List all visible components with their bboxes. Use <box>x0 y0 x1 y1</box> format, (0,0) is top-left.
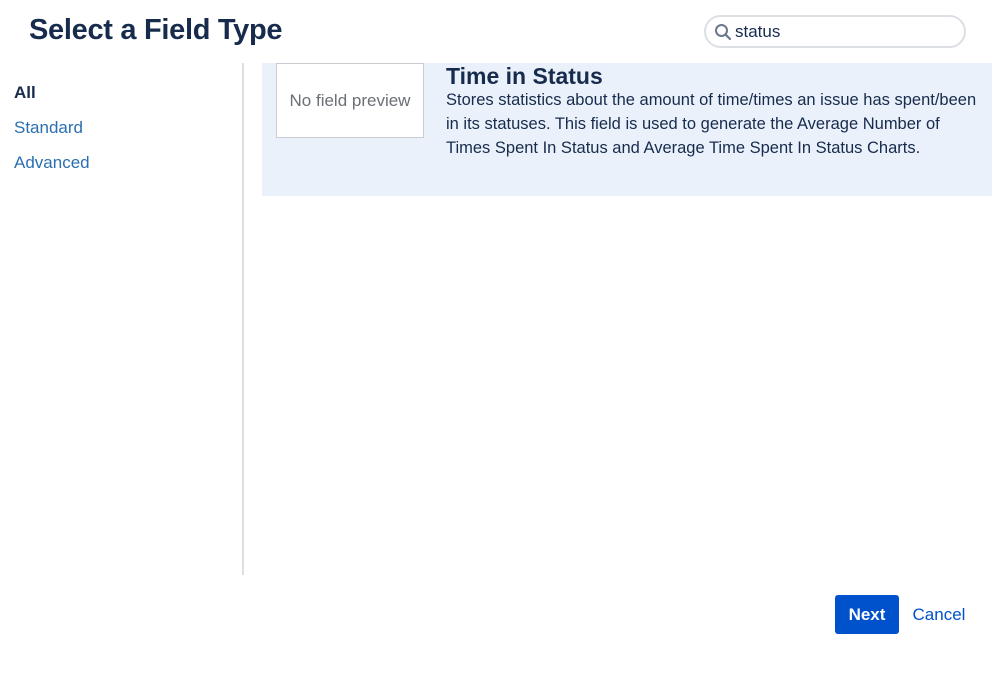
search-box[interactable] <box>704 15 966 48</box>
field-preview: No field preview <box>276 63 424 138</box>
page-title: Select a Field Type <box>29 14 283 46</box>
sidebar-item-all[interactable]: All <box>14 82 36 104</box>
sidebar-item-advanced[interactable]: Advanced <box>14 152 90 174</box>
category-sidebar: All Standard Advanced <box>0 63 244 575</box>
search-input[interactable] <box>735 21 955 43</box>
field-type-item-time-in-status[interactable]: No field preview Time in Status Stores s… <box>262 63 992 196</box>
field-type-description: Stores statistics about the amount of ti… <box>446 91 977 157</box>
cancel-button[interactable]: Cancel <box>906 595 972 634</box>
next-button[interactable]: Next <box>835 595 899 634</box>
search-icon <box>714 23 732 41</box>
field-type-list: No field preview Time in Status Stores s… <box>262 63 992 575</box>
select-field-type-dialog: Select a Field Type All Standard Advance… <box>0 0 999 673</box>
field-type-name: Time in Status <box>446 63 603 89</box>
sidebar-item-standard[interactable]: Standard <box>14 117 83 139</box>
